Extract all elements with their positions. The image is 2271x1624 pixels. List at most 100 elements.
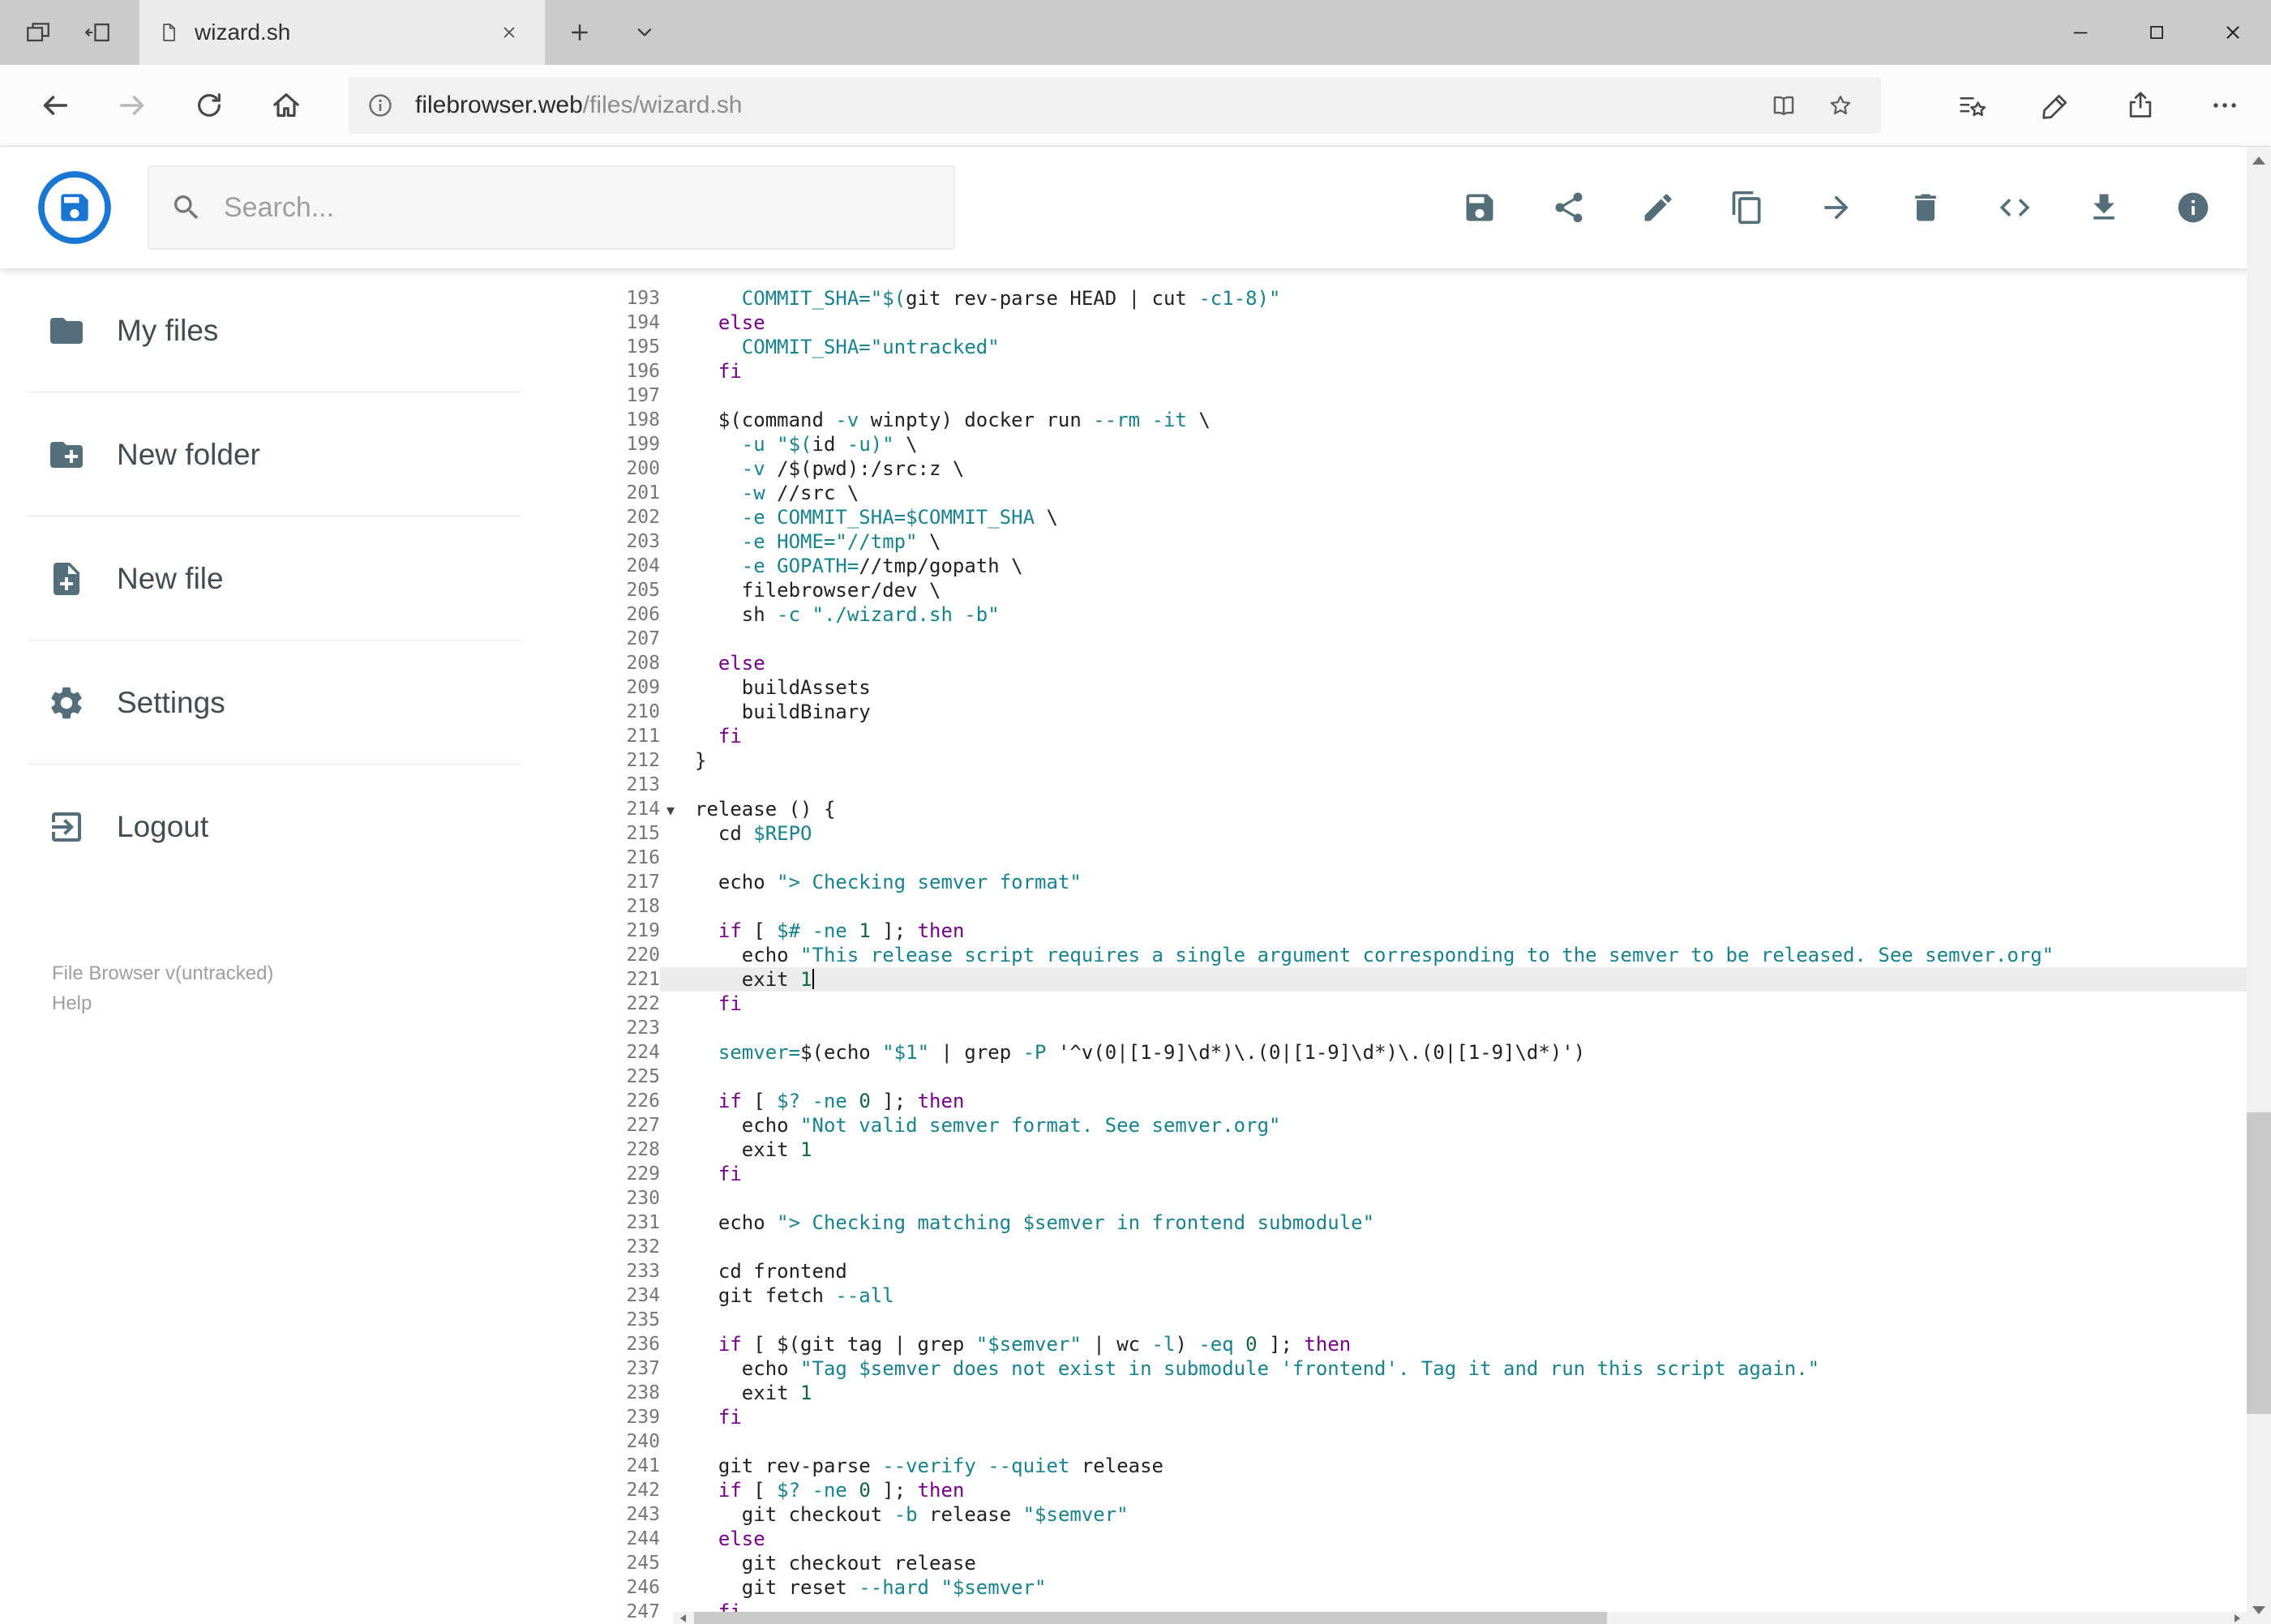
code-line[interactable]: 201 -w //src \ <box>521 481 2271 505</box>
annotate-button[interactable] <box>2014 71 2098 139</box>
scroll-right-arrow[interactable] <box>2227 1612 2247 1624</box>
code-line[interactable]: 233 cd frontend <box>521 1259 2271 1283</box>
home-button[interactable] <box>247 71 324 139</box>
code-line[interactable]: 218 <box>521 894 2271 919</box>
code-line[interactable]: 235 <box>521 1308 2271 1332</box>
sidebar-item-settings[interactable]: Settings <box>0 641 521 765</box>
code-line[interactable]: 211 fi <box>521 724 2271 748</box>
scroll-down-arrow[interactable] <box>2247 1596 2271 1624</box>
code-line[interactable]: 231 echo "> Checking matching $semver in… <box>521 1211 2271 1235</box>
sidebar-item-logout[interactable]: Logout <box>0 765 521 889</box>
set-tabs-aside-button[interactable] <box>68 0 128 65</box>
code-line[interactable]: 196 fi <box>521 359 2271 384</box>
tab-close-button[interactable] <box>491 15 527 50</box>
share-page-button[interactable] <box>2098 71 2183 139</box>
code-line[interactable]: 215 cd $REPO <box>521 821 2271 846</box>
address-bar[interactable]: filebrowser.web/files/wizard.sh <box>349 77 1881 134</box>
edit-button[interactable] <box>1640 190 1676 225</box>
download-button[interactable] <box>2086 190 2122 225</box>
save-button[interactable] <box>1462 190 1498 225</box>
code-line[interactable]: 228 exit 1 <box>521 1138 2271 1162</box>
maximize-button[interactable] <box>2119 0 2195 65</box>
code-line[interactable]: 239 fi <box>521 1405 2271 1429</box>
code-line[interactable]: 209 buildAssets <box>521 675 2271 700</box>
code-line[interactable]: 220 echo "This release script requires a… <box>521 943 2271 967</box>
code-line[interactable]: 237 echo "Tag $semver does not exist in … <box>521 1356 2271 1381</box>
code-line[interactable]: 207 <box>521 627 2271 651</box>
code-line[interactable]: 195 COMMIT_SHA="untracked" <box>521 335 2271 359</box>
sidebar-item-new-file[interactable]: New file <box>0 516 521 641</box>
hub-button[interactable] <box>1930 71 2014 139</box>
code-line[interactable]: 205 filebrowser/dev \ <box>521 578 2271 602</box>
code-line[interactable]: 245 git checkout release <box>521 1551 2271 1575</box>
delete-button[interactable] <box>1908 190 1943 225</box>
move-button[interactable] <box>1819 190 1854 225</box>
code-line[interactable]: 238 exit 1 <box>521 1381 2271 1405</box>
forward-button[interactable] <box>93 71 170 139</box>
code-line[interactable]: 240 <box>521 1429 2271 1454</box>
code-view-button[interactable] <box>1997 190 2033 225</box>
code-line[interactable]: 193 COMMIT_SHA="$(git rev-parse HEAD | c… <box>521 286 2271 311</box>
favorite-star-button[interactable] <box>1818 83 1863 128</box>
code-line[interactable]: 214 ▾ release () { <box>521 797 2271 821</box>
sidebar-item-my-files[interactable]: My files <box>0 268 521 392</box>
code-line[interactable]: 241 git rev-parse --verify --quiet relea… <box>521 1454 2271 1478</box>
code-line[interactable]: 242 if [ $? -ne 0 ]; then <box>521 1478 2271 1502</box>
code-line[interactable]: 194 else <box>521 311 2271 335</box>
tab-previews-button[interactable] <box>8 0 68 65</box>
copy-button[interactable] <box>1729 190 1765 225</box>
code-line[interactable]: 227 echo "Not valid semver format. See s… <box>521 1113 2271 1138</box>
code-line[interactable]: 230 <box>521 1186 2271 1211</box>
code-line[interactable]: 222 fi <box>521 992 2271 1016</box>
scroll-left-arrow[interactable] <box>673 1612 692 1624</box>
sidebar-item-new-folder[interactable]: New folder <box>0 392 521 516</box>
refresh-button[interactable] <box>170 71 247 139</box>
code-line[interactable]: 210 buildBinary <box>521 700 2271 724</box>
info-button[interactable] <box>2175 190 2211 225</box>
help-link[interactable]: Help <box>52 988 521 1018</box>
code-line[interactable]: 198 $(command -v winpty) docker run --rm… <box>521 408 2271 432</box>
code-line[interactable]: 232 <box>521 1235 2271 1259</box>
code-line[interactable]: 204 -e GOPATH=//tmp/gopath \ <box>521 554 2271 578</box>
code-line[interactable]: 208 else <box>521 651 2271 675</box>
code-line[interactable]: 203 -e HOME="//tmp" \ <box>521 529 2271 554</box>
code-line[interactable]: 202 -e COMMIT_SHA=$COMMIT_SHA \ <box>521 505 2271 529</box>
code-line[interactable]: 197 <box>521 384 2271 408</box>
new-tab-button[interactable] <box>545 0 615 65</box>
vertical-scroll-thumb[interactable] <box>2247 1112 2271 1414</box>
code-line[interactable]: 223 <box>521 1016 2271 1040</box>
share-button[interactable] <box>1551 190 1587 225</box>
close-button[interactable] <box>2195 0 2271 65</box>
code-line[interactable]: 244 else <box>521 1527 2271 1551</box>
tab-preview-toggle[interactable] <box>615 0 675 65</box>
page-vertical-scrollbar[interactable] <box>2247 147 2271 1624</box>
code-line[interactable]: 216 <box>521 846 2271 870</box>
scroll-up-arrow[interactable] <box>2247 147 2271 174</box>
code-line[interactable]: 200 -v /$(pwd):/src:z \ <box>521 456 2271 481</box>
code-line[interactable]: 226 if [ $? -ne 0 ]; then <box>521 1089 2271 1113</box>
search-box[interactable] <box>148 165 955 250</box>
fold-arrow-icon[interactable]: ▾ <box>666 798 675 822</box>
page-info-icon[interactable] <box>366 92 394 119</box>
code-line[interactable]: 199 -u "$(id -u)" \ <box>521 432 2271 456</box>
code-line[interactable]: 217 echo "> Checking semver format" <box>521 870 2271 894</box>
code-line[interactable]: 229 fi <box>521 1162 2271 1186</box>
code-line[interactable]: 221 exit 1 <box>521 967 2271 992</box>
code-line[interactable]: 219 if [ $# -ne 1 ]; then <box>521 919 2271 943</box>
code-editor[interactable]: 193 COMMIT_SHA="$(git rev-parse HEAD | c… <box>521 268 2271 1624</box>
code-line[interactable]: 236 if [ $(git tag | grep "$semver" | wc… <box>521 1332 2271 1356</box>
horizontal-scroll-thumb[interactable] <box>694 1612 1607 1624</box>
filebrowser-logo[interactable] <box>37 170 112 245</box>
editor-horizontal-scrollbar[interactable] <box>673 1612 2247 1624</box>
code-line[interactable]: 234 git fetch --all <box>521 1283 2271 1308</box>
reading-view-button[interactable] <box>1761 83 1806 128</box>
more-button[interactable] <box>2183 71 2267 139</box>
code-line[interactable]: 224 semver=$(echo "$1" | grep -P '^v(0|[… <box>521 1040 2271 1065</box>
minimize-button[interactable] <box>2042 0 2119 65</box>
back-button[interactable] <box>16 71 93 139</box>
browser-tab[interactable]: wizard.sh <box>139 0 545 65</box>
code-line[interactable]: 213 <box>521 773 2271 797</box>
code-line[interactable]: 225 <box>521 1065 2271 1089</box>
search-input[interactable] <box>224 191 932 224</box>
code-line[interactable]: 246 git reset --hard "$semver" <box>521 1575 2271 1600</box>
